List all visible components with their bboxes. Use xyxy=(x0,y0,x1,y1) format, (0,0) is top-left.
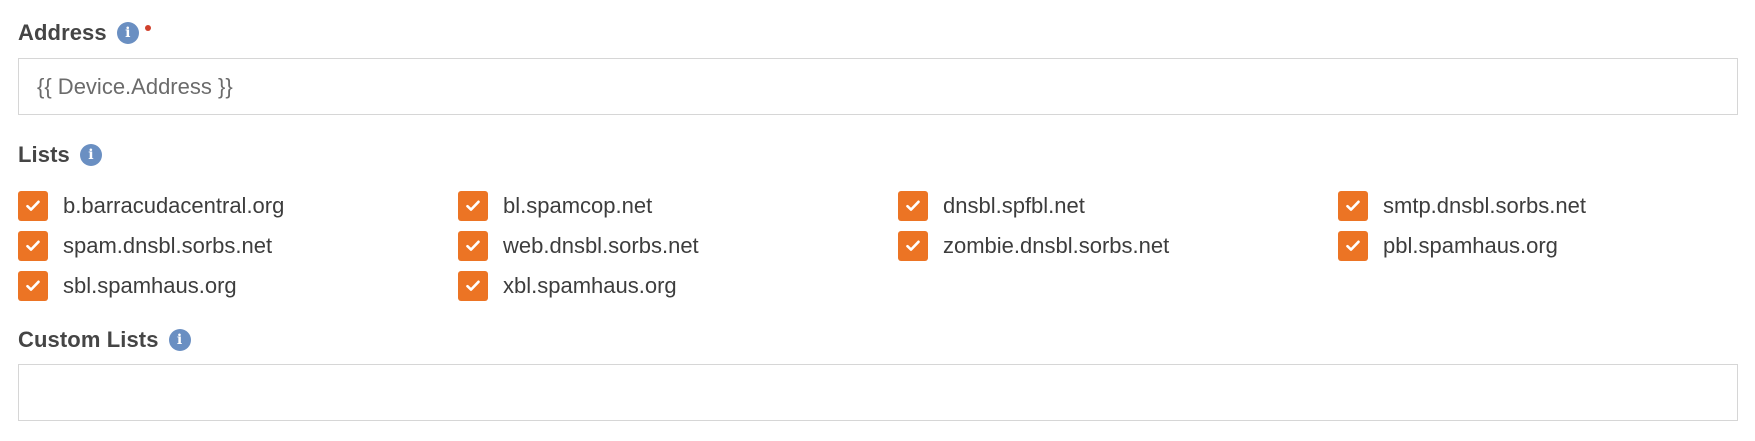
list-checkbox-item[interactable]: b.barracudacentral.org xyxy=(18,186,458,226)
checkbox-checked[interactable] xyxy=(18,271,48,301)
list-checkbox-item[interactable]: zombie.dnsbl.sorbs.net xyxy=(898,226,1338,266)
list-checkbox-label: bl.spamcop.net xyxy=(503,193,653,218)
list-checkbox-label: smtp.dnsbl.sorbs.net xyxy=(1383,193,1586,218)
list-checkbox-label: spam.dnsbl.sorbs.net xyxy=(63,233,273,258)
address-label: Address xyxy=(18,20,107,45)
list-checkbox-label: b.barracudacentral.org xyxy=(63,193,285,218)
lists-label-row: Lists i xyxy=(18,142,102,168)
checkmark-icon xyxy=(466,280,480,291)
checkbox-checked[interactable] xyxy=(1338,191,1368,221)
checkmark-icon xyxy=(26,240,40,251)
lists-label: Lists xyxy=(18,142,70,167)
checkbox-checked[interactable] xyxy=(1338,231,1368,261)
list-checkbox-label: web.dnsbl.sorbs.net xyxy=(503,233,699,258)
list-checkbox-label: zombie.dnsbl.sorbs.net xyxy=(943,233,1170,258)
address-input[interactable]: {{ Device.Address }} xyxy=(18,58,1738,115)
info-icon[interactable]: i xyxy=(168,329,191,351)
list-checkbox-label: pbl.spamhaus.org xyxy=(1383,233,1558,258)
checkbox-checked[interactable] xyxy=(18,191,48,221)
list-checkbox-label: dnsbl.spfbl.net xyxy=(943,193,1085,218)
list-checkbox-item[interactable]: sbl.spamhaus.org xyxy=(18,266,458,306)
list-checkbox-label: xbl.spamhaus.org xyxy=(503,273,677,298)
list-checkbox-item[interactable]: pbl.spamhaus.org xyxy=(1338,226,1738,266)
checkmark-icon xyxy=(26,280,40,291)
list-checkbox-item[interactable]: spam.dnsbl.sorbs.net xyxy=(18,226,458,266)
list-checkbox-item[interactable]: bl.spamcop.net xyxy=(458,186,898,226)
checkmark-icon xyxy=(906,240,920,251)
list-checkbox-item[interactable]: smtp.dnsbl.sorbs.net xyxy=(1338,186,1738,226)
checkbox-checked[interactable] xyxy=(898,191,928,221)
checkbox-checked[interactable] xyxy=(18,231,48,261)
checkbox-checked[interactable] xyxy=(458,231,488,261)
checkmark-icon xyxy=(466,240,480,251)
info-icon[interactable]: i xyxy=(79,144,102,166)
list-checkbox-item[interactable]: dnsbl.spfbl.net xyxy=(898,186,1338,226)
checkmark-icon xyxy=(466,200,480,211)
list-checkbox-item[interactable]: xbl.spamhaus.org xyxy=(458,266,898,306)
checkmark-icon xyxy=(26,200,40,211)
custom-lists-label: Custom Lists xyxy=(18,327,159,352)
list-checkbox-item[interactable]: web.dnsbl.sorbs.net xyxy=(458,226,898,266)
address-label-row: Address i xyxy=(18,20,151,46)
checkmark-icon xyxy=(1346,240,1360,251)
info-icon[interactable]: i xyxy=(116,22,139,44)
custom-lists-input[interactable] xyxy=(18,364,1738,421)
checkbox-checked[interactable] xyxy=(458,191,488,221)
checkbox-checked[interactable] xyxy=(458,271,488,301)
checkbox-checked[interactable] xyxy=(898,231,928,261)
address-value: {{ Device.Address }} xyxy=(37,73,233,99)
checkmark-icon xyxy=(906,200,920,211)
checkmark-icon xyxy=(1346,200,1360,211)
list-checkbox-label: sbl.spamhaus.org xyxy=(63,273,237,298)
custom-lists-label-row: Custom Lists i xyxy=(18,327,191,353)
required-indicator xyxy=(144,25,151,31)
lists-checkbox-group: b.barracudacentral.org bl.spamcop.net dn… xyxy=(18,186,1738,306)
